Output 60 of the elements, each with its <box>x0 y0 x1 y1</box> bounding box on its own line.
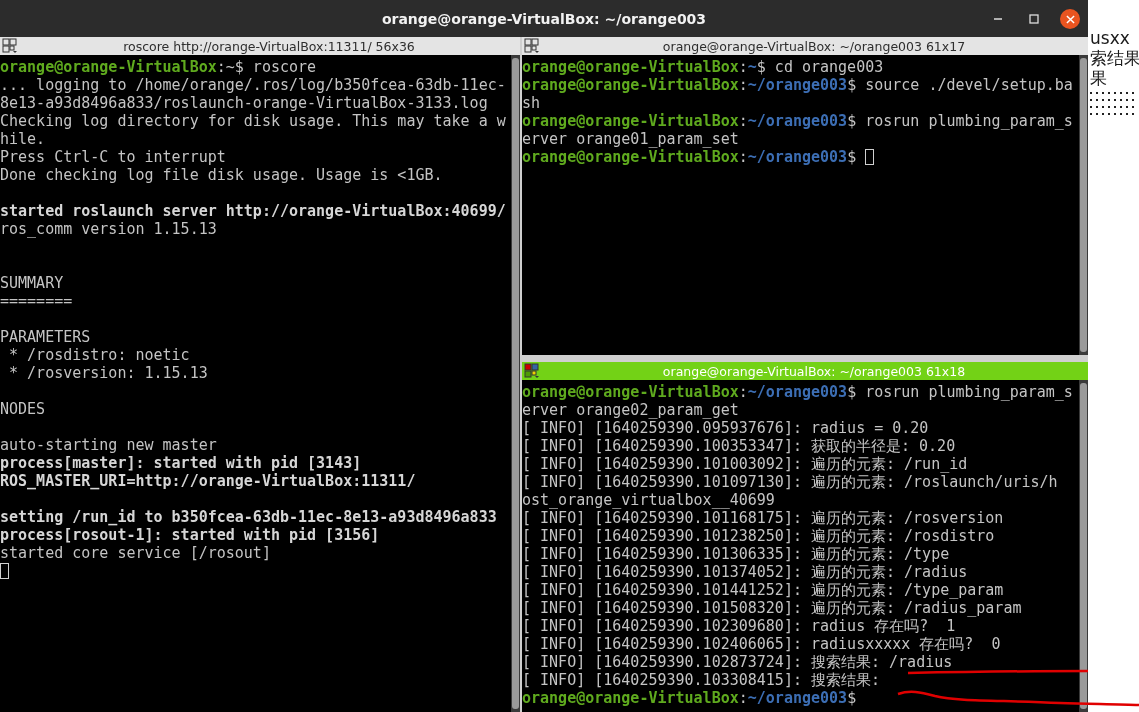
background-window-text: 果 <box>1089 68 1108 88</box>
terminal-line: started roslaunch server http://orange-VirtualBox:40699/ <box>0 202 506 220</box>
terminal-line: ROS_MASTER_URI=http://orange-VirtualBox:11311/ <box>0 472 416 490</box>
terminal-line: ost_orange_virtualbox__40699 <box>522 491 775 509</box>
terminal-line: [ INFO] [1640259390.101168175]: 遍历的元素: /rosversion <box>522 509 1004 527</box>
terminal-line: NODES <box>0 400 46 418</box>
terminal-line: process[rosout-1]: started with pid [3156] <box>0 526 380 544</box>
terminal-line: Press Ctrl-C to interrupt <box>0 148 226 166</box>
terminal-line: [ INFO] [1640259390.101508320]: 遍历的元素: /radius_param <box>522 599 1022 617</box>
split-grid-icon[interactable] <box>524 38 540 54</box>
pane-title: roscore http://orange-VirtualBox:11311/ 56x36 <box>122 38 416 54</box>
scrollbar[interactable] <box>511 55 520 712</box>
terminal-line: 8e13-a93d8496a833/roslaunch-orange-VirtualBox-3133.log <box>0 94 488 112</box>
terminal-line: [ INFO] [1640259390.103308415]: 搜索结果: <box>522 671 880 689</box>
terminal-line: * /rosdistro: noetic <box>8 346 190 364</box>
terminal-line: [ INFO] [1640259390.102309680]: radius 存在吗? 1 <box>522 617 956 635</box>
terminal-line: [ INFO] [1640259390.101097130]: 遍历的元素: /roslaunch/uris/h <box>522 473 1058 491</box>
background-window-text: usxx <box>1089 28 1131 48</box>
terminal-line: sh <box>522 94 541 112</box>
terminal-line: SUMMARY <box>0 274 64 292</box>
terminal-line: erver orange01_param_set <box>522 130 739 148</box>
terminal-line: orange@orange-VirtualBox:~/orange003$ rosrun plumbing_param_s <box>522 112 1073 130</box>
pane-title: orange@orange-VirtualBox: ~/orange003 61x18 <box>661 363 967 379</box>
terminal-line: orange@orange-VirtualBox:~/orange003$ <box>522 148 858 166</box>
terminal-line: Checking log directory for disk usage. This may take a w <box>0 112 506 130</box>
terminal-line: [ INFO] [1640259390.100353347]: 获取的半径是: 0.20 <box>522 437 956 455</box>
terminal-line: erver orange02_param_get <box>522 401 739 419</box>
split-grid-icon[interactable] <box>524 363 540 379</box>
terminal-line: [ INFO] [1640259390.102873724]: 搜索结果: /radius <box>522 653 953 671</box>
terminal-line: [ INFO] [1640259390.102406065]: radiusxxxxx 存在吗? 0 <box>522 635 1001 653</box>
terminal-line: ros_comm version 1.15.13 <box>0 220 217 238</box>
terminal-line: * /rosversion: 1.15.13 <box>8 364 208 382</box>
split-grid-icon[interactable] <box>2 38 18 54</box>
terminal-line: orange@orange-VirtualBox:~/orange003$ rosrun plumbing_param_s <box>522 383 1073 401</box>
terminal-line: setting /run_id to b350fcea-63db-11ec-8e13-a93d8496a833 <box>0 508 497 526</box>
terminal-line: [ INFO] [1640259390.101238250]: 遍历的元素: /rosdistro <box>522 527 995 545</box>
pane-title: orange@orange-VirtualBox: ~/orange003 61x17 <box>661 38 967 54</box>
terminal-line: [ INFO] [1640259390.101441252]: 遍历的元素: /type_param <box>522 581 1004 599</box>
close-icon <box>1065 14 1075 24</box>
terminal-line: started core service [/rosout] <box>0 544 271 562</box>
terminal-line: [ INFO] [1640259390.095937676]: radius = 0.20 <box>522 419 929 437</box>
terminal-line: [ INFO] [1640259390.101374052]: 遍历的元素: /radius <box>522 563 968 581</box>
terminal-line: ======== <box>0 292 73 310</box>
terminal-line: orange@orange-VirtualBox:~$ cd orange003 <box>522 58 884 76</box>
terminal-line: [ INFO] [1640259390.101003092]: 遍历的元素: /run_id <box>522 455 968 473</box>
terminal-line: auto-starting new master <box>0 436 217 454</box>
terminal-line: ... logging to /home/orange/.ros/log/b350fcea-63db-11ec- <box>0 76 506 94</box>
maximize-icon <box>1029 14 1039 24</box>
terminal-line: hile. <box>0 130 46 148</box>
terminal-line: orange@orange-VirtualBox:~/orange003$ source ./devel/setup.ba <box>522 76 1073 94</box>
terminal-line: Done checking log file disk usage. Usage is <1GB. <box>0 166 443 184</box>
terminal-line: orange@orange-VirtualBox:~$ roscore <box>0 58 317 76</box>
close-button[interactable] <box>1060 9 1080 29</box>
terminal-line: PARAMETERS <box>0 328 91 346</box>
scrollbar[interactable] <box>1079 55 1088 355</box>
terminal-line: process[master]: started with pid [3143] <box>0 454 362 472</box>
terminal-line: orange@orange-VirtualBox:~/orange003$ <box>522 689 858 707</box>
scrollbar[interactable] <box>1079 380 1088 712</box>
window-title: orange@orange-VirtualBox: ~/orange003 <box>381 10 707 27</box>
terminal-line: [ INFO] [1640259390.101306335]: 遍历的元素: /type <box>522 545 950 563</box>
